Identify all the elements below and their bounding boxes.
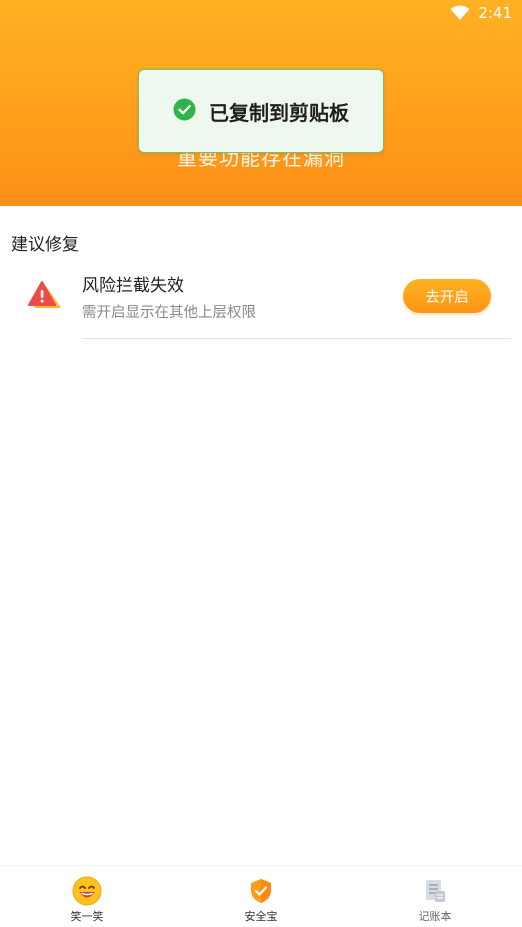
warning-triangle-icon (28, 280, 62, 314)
status-bar: 2:41 (450, 3, 512, 23)
nav-label-smile: 笑一笑 (70, 910, 104, 923)
risk-item: 风险拦截失效 需开启显示在其他上层权限 去开启 (0, 262, 522, 339)
toast-text: 已复制到剪贴板 (209, 100, 349, 125)
divider (82, 337, 511, 339)
smile-face-icon (72, 876, 102, 906)
shield-check-icon (249, 876, 273, 906)
status-time: 2:41 (478, 4, 512, 22)
bottom-nav: 笑一笑 安全宝 记账本 (0, 865, 522, 927)
check-circle-icon (173, 97, 196, 125)
copied-toast: 已复制到剪贴板 (138, 69, 384, 153)
enable-button[interactable]: 去开启 (403, 279, 491, 313)
nav-label-security: 安全宝 (244, 910, 278, 923)
risk-title: 风险拦截失效 (82, 276, 184, 296)
nav-label-ledger: 记账本 (418, 910, 452, 923)
risk-description: 需开启显示在其他上层权限 (82, 305, 256, 321)
nav-item-smile[interactable]: 笑一笑 (0, 866, 174, 927)
nav-item-security[interactable]: 安全宝 (174, 866, 348, 927)
nav-item-ledger[interactable]: 记账本 (348, 866, 522, 927)
wifi-icon (450, 5, 470, 21)
section-title: 建议修复 (11, 235, 79, 255)
ledger-icon (423, 876, 447, 906)
